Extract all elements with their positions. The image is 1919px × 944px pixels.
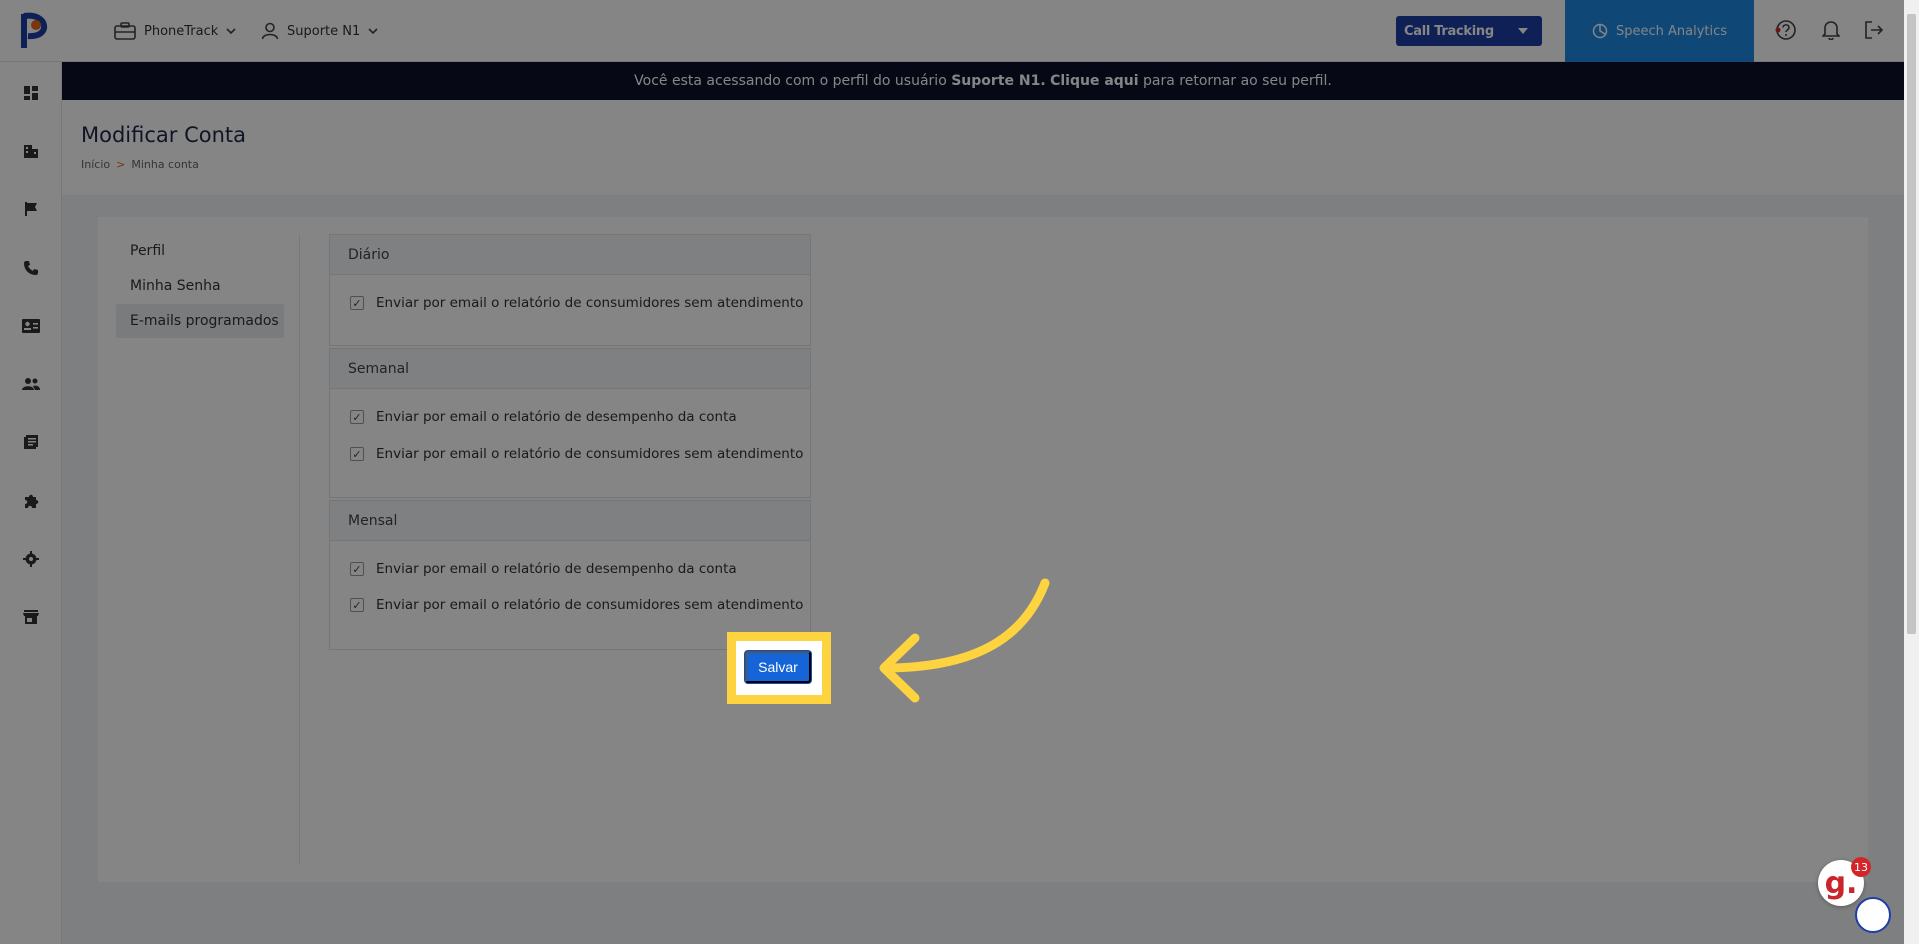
checkbox-checked-icon[interactable]: ✓ xyxy=(350,562,364,576)
impersonation-banner: Você esta acessando com o perfil do usuá… xyxy=(62,62,1904,100)
section-weekly: Semanal ✓ Enviar por email o relatório d… xyxy=(329,348,811,498)
menu-divider xyxy=(299,235,300,865)
section-monthly: Mensal ✓ Enviar por email o relatório de… xyxy=(329,500,811,650)
users-icon[interactable] xyxy=(20,373,42,395)
breadcrumb-separator: > xyxy=(116,158,126,171)
checkbox-checked-icon[interactable]: ✓ xyxy=(350,296,364,310)
page-header: Modificar Conta Início > Minha conta xyxy=(62,100,1904,195)
chevron-down-icon xyxy=(226,28,236,35)
option-label: Enviar por email o relatório de desempen… xyxy=(376,561,737,577)
weekly-option-no-service[interactable]: ✓ Enviar por email o relatório de consum… xyxy=(350,446,803,462)
section-daily: Diário ✓ Enviar por email o relatório de… xyxy=(329,234,811,346)
top-bar: PhoneTrack Suporte N1 Call Tracking Spee… xyxy=(0,0,1904,62)
phonetrack-logo-icon[interactable] xyxy=(18,10,54,50)
banner-prefix: Você esta acessando com o perfil do usuá… xyxy=(634,73,947,89)
daily-option-no-service[interactable]: ✓ Enviar por email o relatório de consum… xyxy=(350,295,803,311)
product-select-value: Call Tracking xyxy=(1404,23,1494,39)
breadcrumb-home[interactable]: Início xyxy=(81,158,110,171)
banner-link[interactable]: Clique aqui xyxy=(1050,73,1138,89)
chevron-down-icon xyxy=(368,28,378,35)
option-label: Enviar por email o relatório de desempen… xyxy=(376,409,737,425)
briefcase-icon xyxy=(114,22,136,40)
building-icon[interactable] xyxy=(20,140,42,162)
help-icon[interactable] xyxy=(1774,18,1798,42)
dashboard-icon[interactable] xyxy=(20,82,42,104)
store-icon[interactable] xyxy=(20,606,42,628)
reports-icon[interactable] xyxy=(20,431,42,453)
page-title: Modificar Conta xyxy=(81,123,247,147)
company-dropdown[interactable]: PhoneTrack xyxy=(114,18,236,44)
speech-analytics-icon xyxy=(1592,23,1608,39)
banner-user: Suporte N1. xyxy=(951,73,1046,89)
user-icon xyxy=(261,22,279,40)
section-weekly-title: Semanal xyxy=(330,349,810,389)
option-label: Enviar por email o relatório de consumid… xyxy=(376,295,804,311)
user-dropdown[interactable]: Suporte N1 xyxy=(261,18,378,44)
company-label: PhoneTrack xyxy=(144,23,219,39)
scrollbar-thumb[interactable] xyxy=(1907,14,1916,634)
breadcrumb: Início > Minha conta xyxy=(81,158,199,171)
save-button[interactable]: Salvar xyxy=(745,651,811,683)
checkbox-checked-icon[interactable]: ✓ xyxy=(350,410,364,424)
integrations-icon[interactable] xyxy=(20,490,42,512)
section-daily-title: Diário xyxy=(330,235,810,275)
checkbox-checked-icon[interactable]: ✓ xyxy=(350,598,364,612)
contact-card-icon[interactable] xyxy=(20,315,42,337)
account-card: Perfil Minha Senha E-mails programados D… xyxy=(98,217,1868,882)
option-label: Enviar por email o relatório de consumid… xyxy=(376,597,804,613)
phone-icon[interactable] xyxy=(20,257,42,279)
banner-suffix: para retornar ao seu perfil. xyxy=(1143,73,1332,89)
monthly-option-performance[interactable]: ✓ Enviar por email o relatório de desemp… xyxy=(350,561,737,577)
speech-analytics-label: Speech Analytics xyxy=(1615,23,1728,39)
support-widget-icon[interactable] xyxy=(1855,897,1891,933)
menu-item-perfil[interactable]: Perfil xyxy=(116,234,284,268)
section-monthly-title: Mensal xyxy=(330,501,810,541)
option-label: Enviar por email o relatório de consumid… xyxy=(376,446,804,462)
monthly-option-no-service[interactable]: ✓ Enviar por email o relatório de consum… xyxy=(350,597,803,613)
speech-analytics-button[interactable]: Speech Analytics xyxy=(1565,0,1754,62)
bell-icon[interactable] xyxy=(1819,18,1843,42)
product-select[interactable]: Call Tracking xyxy=(1396,16,1542,46)
checkbox-checked-icon[interactable]: ✓ xyxy=(350,447,364,461)
sidebar xyxy=(0,62,62,944)
settings-icon[interactable] xyxy=(20,548,42,570)
caret-down-icon xyxy=(1518,28,1528,34)
weekly-option-performance[interactable]: ✓ Enviar por email o relatório de desemp… xyxy=(350,409,737,425)
pointer-arrow-icon xyxy=(879,578,1050,703)
user-label: Suporte N1 xyxy=(287,23,361,39)
menu-item-minha-senha[interactable]: Minha Senha xyxy=(116,269,284,303)
breadcrumb-current: Minha conta xyxy=(131,158,199,171)
chat-notification-count: 13 xyxy=(1851,857,1871,877)
logout-icon[interactable] xyxy=(1862,18,1886,42)
flag-icon[interactable] xyxy=(20,198,42,220)
menu-item-emails-programados[interactable]: E-mails programados xyxy=(116,304,284,338)
